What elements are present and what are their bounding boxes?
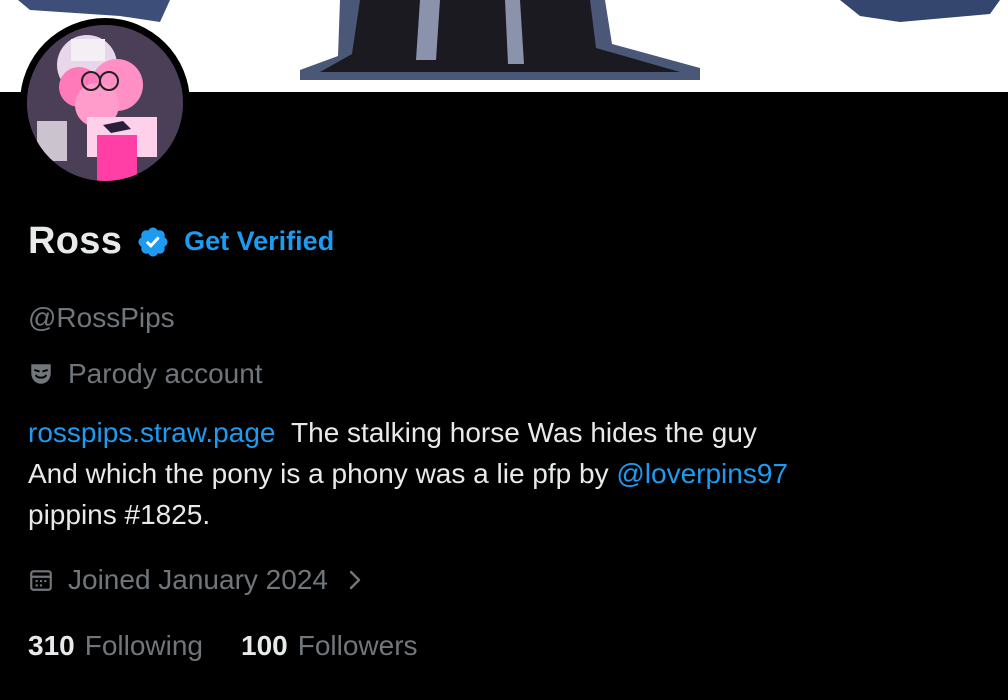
joined-date-row: Joined January 2024 — [28, 564, 378, 596]
get-verified-link[interactable]: Get Verified — [184, 226, 334, 257]
name-row: Ross Get Verified — [28, 220, 334, 263]
followers-stat[interactable]: 100 Followers — [241, 630, 418, 662]
profile-bio: rosspips.straw.page The stalking horse W… — [28, 412, 978, 535]
parody-label-row: Parody account — [28, 358, 263, 390]
chevron-right-icon[interactable] — [346, 569, 378, 591]
parody-label: Parody account — [68, 358, 263, 389]
verified-badge-icon[interactable] — [136, 225, 170, 259]
bio-text-line3: pippins #1825. — [28, 499, 211, 530]
display-name: Ross — [28, 220, 123, 262]
avatar-image — [27, 25, 183, 181]
user-handle: @RossPips — [28, 302, 175, 333]
calendar-icon — [30, 570, 52, 591]
bio-website-link[interactable]: rosspips.straw.page — [28, 417, 275, 448]
profile-avatar[interactable] — [20, 18, 190, 188]
bio-text-line1: The stalking horse Was hides the guy — [291, 417, 757, 448]
theater-mask-icon — [31, 364, 51, 384]
bio-mention-link[interactable]: @loverpins97 — [616, 458, 788, 489]
joined-date: Joined January 2024 — [68, 564, 328, 595]
following-stat[interactable]: 310 Following — [28, 630, 203, 662]
bio-text-line2: And which the pony is a phony was a lie … — [28, 458, 609, 489]
follow-stats: 310 Following 100 Followers — [28, 630, 418, 662]
following-label: Following — [84, 630, 203, 661]
followers-count: 100 — [241, 630, 288, 661]
followers-label: Followers — [297, 630, 418, 661]
following-count: 310 — [28, 630, 75, 661]
